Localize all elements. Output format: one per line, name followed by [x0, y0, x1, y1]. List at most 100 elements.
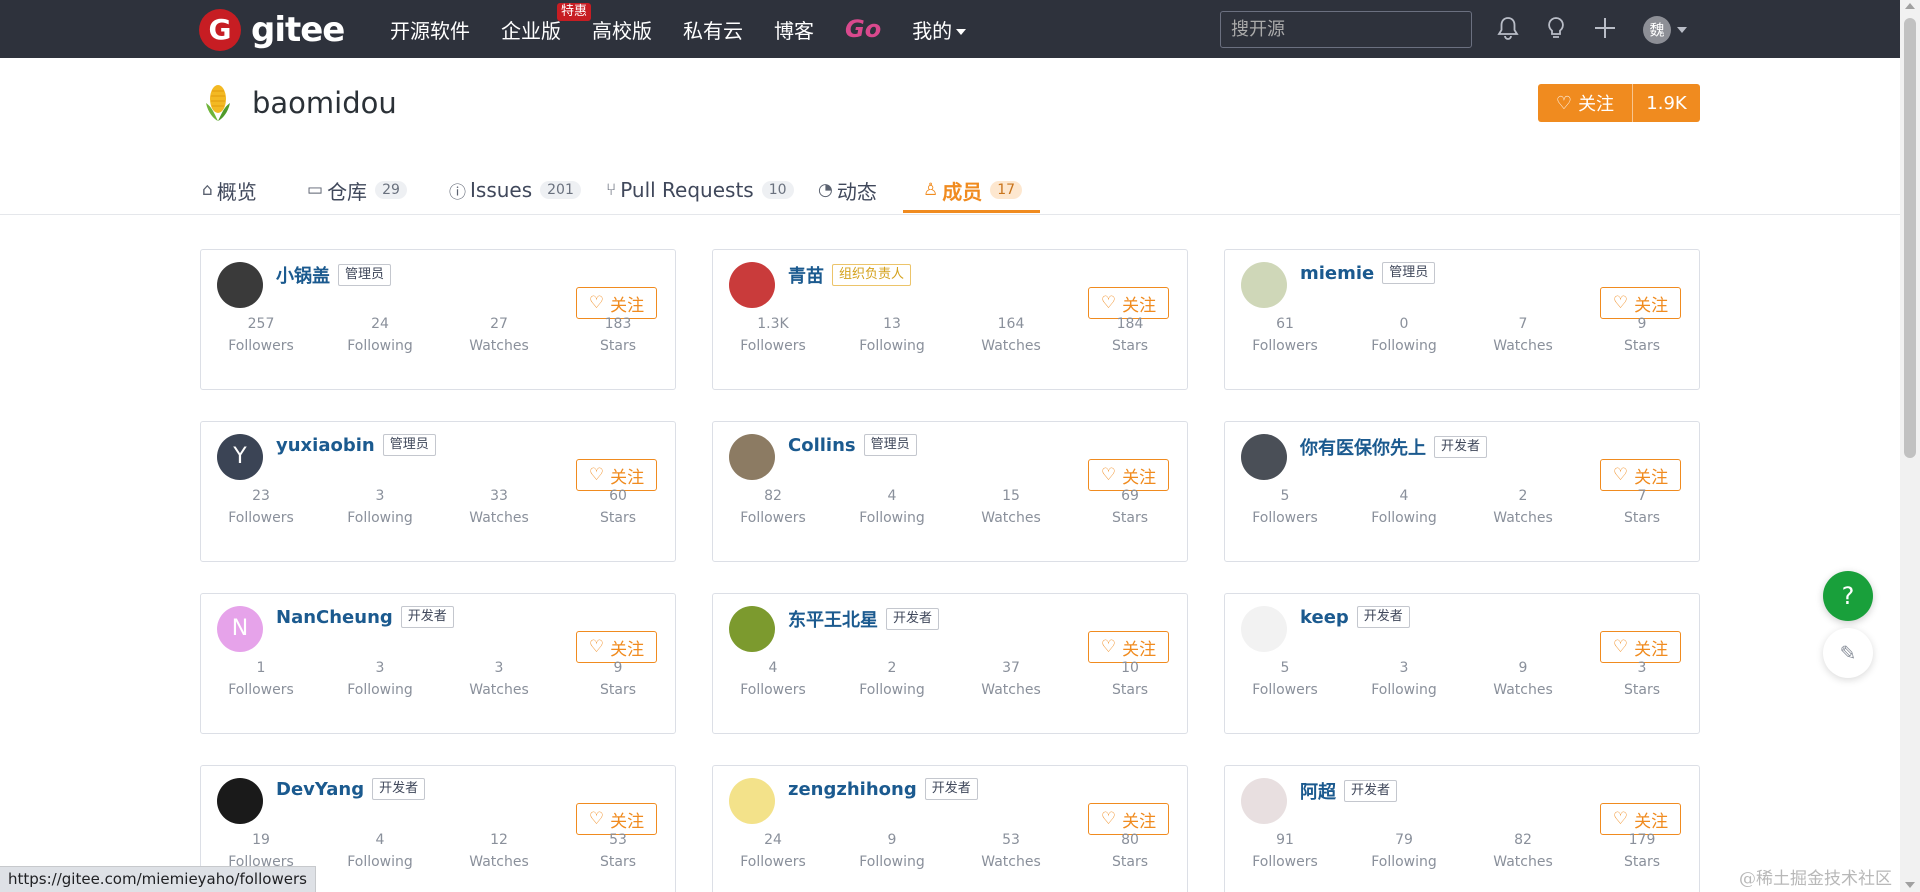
avatar[interactable]: [217, 262, 263, 308]
member-name[interactable]: 东平王北星: [788, 606, 878, 632]
member-name[interactable]: yuxiaobin: [276, 435, 375, 456]
member-stat-watches[interactable]: 12 Watches: [449, 832, 549, 870]
avatar[interactable]: [1241, 606, 1287, 652]
avatar[interactable]: [729, 262, 775, 308]
org-name[interactable]: baomidou: [252, 86, 397, 120]
nav-open-source[interactable]: 开源软件: [390, 15, 470, 44]
plus-icon[interactable]: [1592, 16, 1618, 42]
member-stat-followers[interactable]: 5 Followers: [1235, 488, 1335, 526]
avatar[interactable]: [1241, 434, 1287, 480]
member-stat-stars[interactable]: 184 Stars: [1080, 316, 1180, 354]
search-input[interactable]: 搜开源: [1220, 11, 1472, 48]
member-stat-stars[interactable]: 7 Stars: [1592, 488, 1692, 526]
member-stat-followers[interactable]: 257 Followers: [211, 316, 311, 354]
tab-members[interactable]: ♙ 成员 17: [923, 166, 1023, 214]
member-stat-followers[interactable]: 1.3K Followers: [723, 316, 823, 354]
follow-button[interactable]: ♡ 关注: [1088, 803, 1169, 835]
member-stat-stars[interactable]: 53 Stars: [568, 832, 668, 870]
follow-button[interactable]: ♡ 关注: [576, 803, 657, 835]
member-stat-watches[interactable]: 53 Watches: [961, 832, 1061, 870]
gitee-logo[interactable]: G gitee: [199, 9, 345, 51]
member-stat-following[interactable]: 9 Following: [842, 832, 942, 870]
follow-button[interactable]: ♡ 关注: [1600, 287, 1681, 319]
member-name[interactable]: keep: [1300, 607, 1349, 628]
nav-go[interactable]: Go: [845, 15, 881, 43]
org-follower-count[interactable]: 1.9K: [1633, 93, 1700, 114]
nav-mine[interactable]: 我的: [912, 15, 967, 44]
follow-button[interactable]: ♡ 关注: [576, 287, 657, 319]
member-stat-watches[interactable]: 33 Watches: [449, 488, 549, 526]
member-stat-watches[interactable]: 37 Watches: [961, 660, 1061, 698]
avatar[interactable]: [1241, 262, 1287, 308]
member-stat-following[interactable]: 2 Following: [842, 660, 942, 698]
member-stat-followers[interactable]: 1 Followers: [211, 660, 311, 698]
member-stat-watches[interactable]: 2 Watches: [1473, 488, 1573, 526]
member-stat-followers[interactable]: 19 Followers: [211, 832, 311, 870]
member-stat-stars[interactable]: 10 Stars: [1080, 660, 1180, 698]
nav-education[interactable]: 高校版: [592, 15, 652, 44]
member-stat-followers[interactable]: 24 Followers: [723, 832, 823, 870]
scroll-up-arrow-icon[interactable]: [1905, 3, 1915, 9]
avatar[interactable]: N: [217, 606, 263, 652]
member-stat-watches[interactable]: 15 Watches: [961, 488, 1061, 526]
member-stat-followers[interactable]: 23 Followers: [211, 488, 311, 526]
tab-repos[interactable]: ▭ 仓库 29: [307, 166, 407, 214]
member-stat-stars[interactable]: 80 Stars: [1080, 832, 1180, 870]
tab-overview[interactable]: ⌂ 概览: [202, 166, 257, 214]
tab-issues[interactable]: ⓘ Issues 201: [449, 166, 581, 214]
member-stat-followers[interactable]: 91 Followers: [1235, 832, 1335, 870]
follow-button[interactable]: ♡ 关注: [576, 631, 657, 663]
user-avatar[interactable]: 魏: [1643, 16, 1671, 44]
member-name[interactable]: Collins: [788, 435, 856, 456]
nav-blog[interactable]: 博客: [774, 15, 814, 44]
member-name[interactable]: DevYang: [276, 779, 364, 800]
member-name[interactable]: miemie: [1300, 263, 1374, 284]
member-stat-watches[interactable]: 7 Watches: [1473, 316, 1573, 354]
member-stat-stars[interactable]: 179 Stars: [1592, 832, 1692, 870]
lightbulb-icon[interactable]: [1543, 16, 1569, 42]
member-stat-following[interactable]: 24 Following: [330, 316, 430, 354]
member-name[interactable]: zengzhihong: [788, 779, 917, 800]
scroll-down-arrow-icon[interactable]: [1905, 882, 1915, 888]
member-stat-following[interactable]: 3 Following: [330, 488, 430, 526]
member-stat-stars[interactable]: 9 Stars: [1592, 316, 1692, 354]
member-stat-following[interactable]: 4 Following: [1354, 488, 1454, 526]
follow-button[interactable]: ♡ 关注: [1088, 287, 1169, 319]
avatar[interactable]: Y: [217, 434, 263, 480]
member-stat-stars[interactable]: 183 Stars: [568, 316, 668, 354]
avatar[interactable]: [729, 778, 775, 824]
help-button[interactable]: ?: [1823, 571, 1873, 621]
tab-activity[interactable]: ◔ 动态: [818, 166, 877, 214]
org-follow-button[interactable]: ♡ 关注 1.9K: [1538, 84, 1700, 122]
member-stat-stars[interactable]: 9 Stars: [568, 660, 668, 698]
member-name[interactable]: 青苗: [788, 262, 824, 288]
member-stat-followers[interactable]: 5 Followers: [1235, 660, 1335, 698]
member-stat-followers[interactable]: 82 Followers: [723, 488, 823, 526]
member-name[interactable]: NanCheung: [276, 607, 393, 628]
member-stat-followers[interactable]: 4 Followers: [723, 660, 823, 698]
avatar[interactable]: [1241, 778, 1287, 824]
tab-pull-requests[interactable]: ⑂ Pull Requests 10: [606, 166, 794, 214]
member-stat-following[interactable]: 79 Following: [1354, 832, 1454, 870]
member-stat-watches[interactable]: 3 Watches: [449, 660, 549, 698]
member-stat-watches[interactable]: 164 Watches: [961, 316, 1061, 354]
avatar[interactable]: [729, 434, 775, 480]
member-stat-stars[interactable]: 60 Stars: [568, 488, 668, 526]
member-stat-following[interactable]: 4 Following: [330, 832, 430, 870]
nav-enterprise[interactable]: 企业版 特惠: [501, 2, 591, 44]
nav-private-cloud[interactable]: 私有云: [683, 15, 743, 44]
member-name[interactable]: 你有医保你先上: [1300, 434, 1426, 460]
follow-button[interactable]: ♡ 关注: [1600, 803, 1681, 835]
member-stat-watches[interactable]: 9 Watches: [1473, 660, 1573, 698]
member-name[interactable]: 小锅盖: [276, 262, 330, 288]
follow-button[interactable]: ♡ 关注: [1600, 459, 1681, 491]
bell-icon[interactable]: [1495, 16, 1521, 42]
follow-button[interactable]: ♡ 关注: [576, 459, 657, 491]
feedback-button[interactable]: ✎: [1823, 628, 1873, 678]
follow-button[interactable]: ♡ 关注: [1600, 631, 1681, 663]
follow-button[interactable]: ♡ 关注: [1088, 631, 1169, 663]
member-stat-followers[interactable]: 61 Followers: [1235, 316, 1335, 354]
avatar[interactable]: [729, 606, 775, 652]
member-stat-following[interactable]: 3 Following: [1354, 660, 1454, 698]
member-name[interactable]: 阿超: [1300, 778, 1336, 804]
